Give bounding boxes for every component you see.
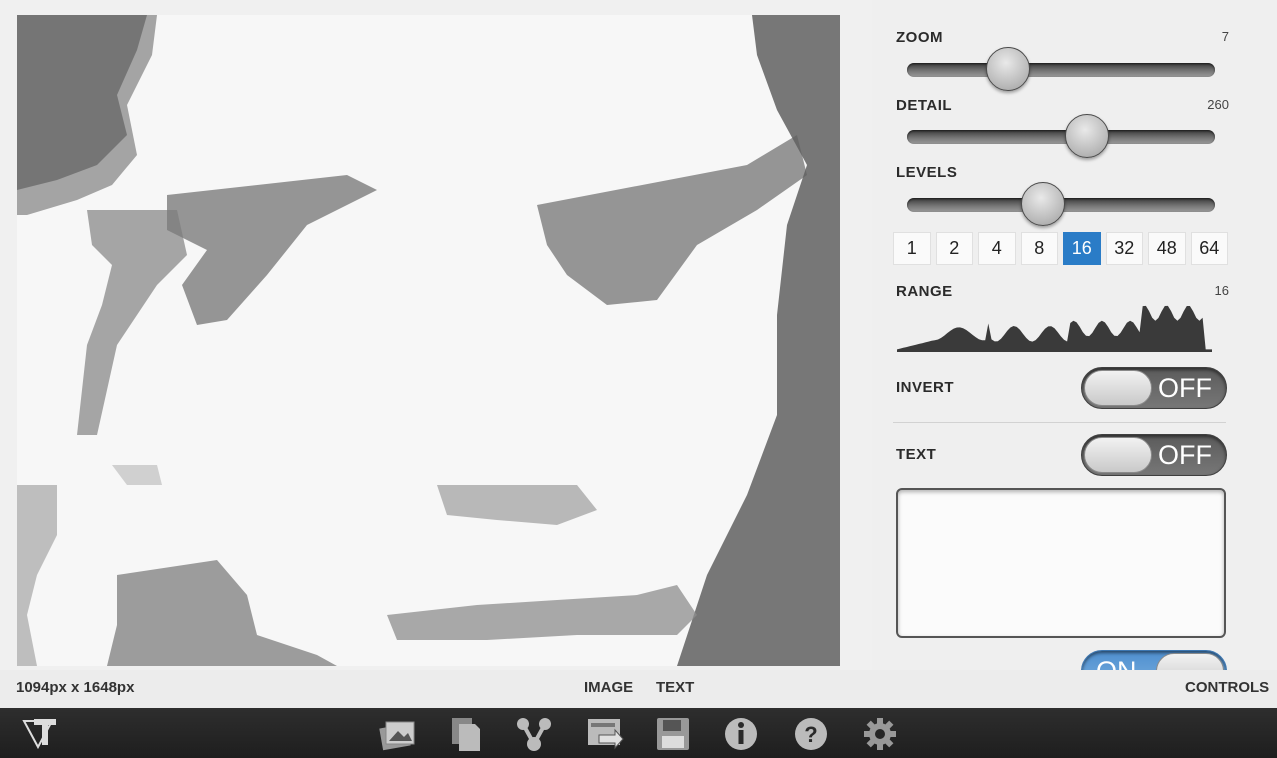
zoom-slider-thumb[interactable] [986,47,1031,91]
level-button-16[interactable]: 16 [1063,232,1101,265]
detail-label: DETAIL [896,97,953,114]
export-icon[interactable] [585,714,625,754]
text-toggle[interactable]: OFF [1081,434,1227,476]
status-bar: 1094px x 1648px IMAGE TEXT CONTROLS [0,670,1277,708]
histogram-area [897,305,1212,352]
tab-text[interactable]: TEXT [656,679,694,696]
repeat-toggle[interactable]: ON [1081,650,1227,670]
save-icon[interactable] [653,714,693,754]
svg-text:?: ? [804,722,817,747]
levels-slider-thumb[interactable] [1020,182,1065,226]
zoom-slider-track[interactable] [907,63,1215,77]
info-icon[interactable] [721,714,761,754]
text-label: TEXT [896,446,937,463]
range-label: RANGE [896,283,953,300]
level-button-4[interactable]: 4 [978,232,1016,265]
detail-slider-thumb[interactable] [1065,114,1110,158]
text-input[interactable] [896,488,1226,638]
repeat-toggle-knob [1156,653,1224,670]
level-button-32[interactable]: 32 [1105,232,1143,265]
detail-slider-track[interactable] [907,130,1215,144]
image-dimensions: 1094px x 1648px [16,679,135,696]
level-button-1[interactable]: 1 [893,232,931,265]
level-button-64[interactable]: 64 [1190,232,1228,265]
divider [893,422,1226,423]
range-histogram[interactable] [897,300,1212,352]
tab-controls[interactable]: CONTROLS [1185,679,1269,696]
bottom-toolbar: ? [0,708,1277,758]
ascii-art-canvas[interactable] [17,15,840,666]
text-toggle-knob [1084,437,1152,473]
levels-buttons: 1 2 4 8 16 32 48 64 [893,232,1228,265]
invert-toggle-knob [1084,370,1152,406]
tab-image[interactable]: IMAGE [584,679,633,696]
app-logo-icon[interactable] [20,714,60,754]
ascii-art-image [17,15,840,666]
help-icon[interactable]: ? [791,714,831,754]
range-value: 16 [1214,283,1229,298]
level-button-48[interactable]: 48 [1148,232,1186,265]
images-icon[interactable] [378,714,418,754]
zoom-label: ZOOM [896,29,943,46]
invert-label: INVERT [896,379,955,396]
invert-toggle-state: OFF [1158,373,1212,403]
repeat-toggle-state: ON [1096,656,1137,670]
copy-icon[interactable] [446,714,486,754]
controls-panel: ZOOM 7 DETAIL 260 LEVELS 1 2 4 8 16 32 4… [872,0,1277,670]
levels-label: LEVELS [896,164,958,181]
settings-icon[interactable] [860,714,900,754]
level-button-8[interactable]: 8 [1020,232,1058,265]
text-toggle-state: OFF [1158,440,1212,470]
zoom-value: 7 [1221,29,1229,44]
level-button-2[interactable]: 2 [935,232,973,265]
share-icon[interactable] [514,714,554,754]
detail-value: 260 [1207,97,1229,112]
workspace [0,0,872,670]
invert-toggle[interactable]: OFF [1081,367,1227,409]
